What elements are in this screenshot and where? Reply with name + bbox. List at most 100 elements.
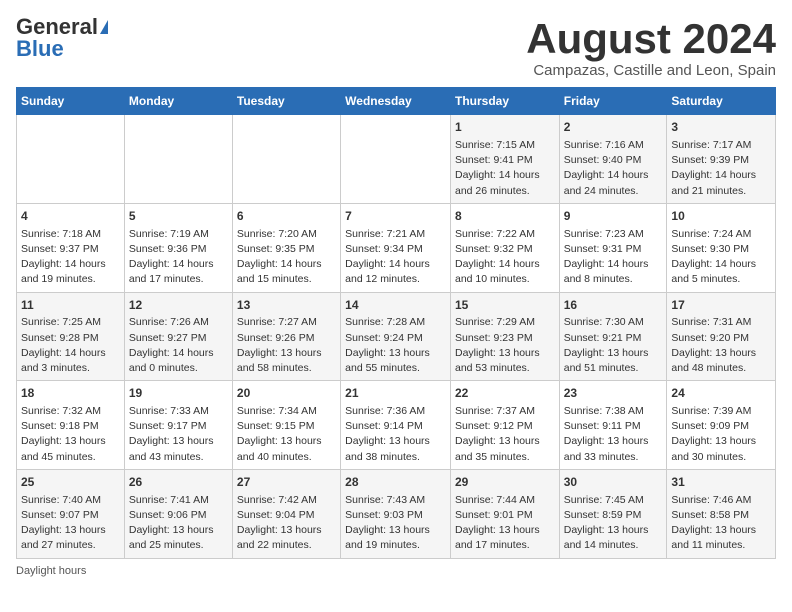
day-info: Sunrise: 7:19 AMSunset: 9:36 PMDaylight:…: [129, 227, 228, 288]
day-number: 4: [21, 208, 120, 225]
day-info: Sunrise: 7:17 AMSunset: 9:39 PMDaylight:…: [671, 138, 771, 199]
day-of-week-header: Saturday: [667, 88, 776, 115]
day-info: Sunrise: 7:31 AMSunset: 9:20 PMDaylight:…: [671, 315, 771, 376]
day-info: Sunrise: 7:43 AMSunset: 9:03 PMDaylight:…: [345, 493, 446, 554]
day-info: Sunrise: 7:46 AMSunset: 8:58 PMDaylight:…: [671, 493, 771, 554]
day-number: 14: [345, 297, 446, 314]
day-info: Sunrise: 7:15 AMSunset: 9:41 PMDaylight:…: [455, 138, 555, 199]
day-number: 24: [671, 385, 771, 402]
calendar-cell: [17, 115, 125, 204]
day-number: 26: [129, 474, 228, 491]
day-info: Sunrise: 7:16 AMSunset: 9:40 PMDaylight:…: [564, 138, 663, 199]
calendar-cell: 19 Sunrise: 7:33 AMSunset: 9:17 PMDayligh…: [124, 381, 232, 470]
calendar-cell: [341, 115, 451, 204]
calendar-cell: 4 Sunrise: 7:18 AMSunset: 9:37 PMDaylight…: [17, 203, 125, 292]
calendar-cell: 3 Sunrise: 7:17 AMSunset: 9:39 PMDaylight…: [667, 115, 776, 204]
calendar-cell: 7 Sunrise: 7:21 AMSunset: 9:34 PMDaylight…: [341, 203, 451, 292]
day-of-week-header: Friday: [559, 88, 667, 115]
day-number: 2: [564, 119, 663, 136]
day-number: 20: [237, 385, 336, 402]
day-number: 10: [671, 208, 771, 225]
day-number: 12: [129, 297, 228, 314]
calendar-cell: 30Sunrise: 7:45 AMSunset: 8:59 PMDayligh…: [559, 469, 667, 558]
calendar-cell: 17Sunrise: 7:31 AMSunset: 9:20 PMDayligh…: [667, 292, 776, 381]
month-title: August 2024: [526, 16, 776, 62]
calendar-cell: [232, 115, 340, 204]
logo-blue-text: Blue: [16, 38, 64, 60]
calendar-cell: [124, 115, 232, 204]
day-info: Sunrise: 7:42 AMSunset: 9:04 PMDaylight:…: [237, 493, 336, 554]
logo-general-text: General: [16, 16, 98, 38]
day-number: 17: [671, 297, 771, 314]
day-number: 5: [129, 208, 228, 225]
calendar-cell: 23 Sunrise: 7:38 AMSunset: 9:11 PMDayligh…: [559, 381, 667, 470]
day-of-week-header: Thursday: [450, 88, 559, 115]
day-info: Sunrise: 7:29 AMSunset: 9:23 PMDaylight:…: [455, 315, 555, 376]
calendar-cell: 29 Sunrise: 7:44 AMSunset: 9:01 PMDayligh…: [450, 469, 559, 558]
logo: General Blue: [16, 16, 108, 60]
day-info: Sunrise: 7:34 AMSunset: 9:15 PMDaylight:…: [237, 404, 336, 465]
day-number: 16: [564, 297, 663, 314]
day-of-week-header: Sunday: [17, 88, 125, 115]
calendar-table: SundayMondayTuesdayWednesdayThursdayFrid…: [16, 87, 776, 558]
day-number: 21: [345, 385, 446, 402]
calendar-cell: 20 Sunrise: 7:34 AMSunset: 9:15 PMDayligh…: [232, 381, 340, 470]
day-number: 3: [671, 119, 771, 136]
day-info: Sunrise: 7:38 AMSunset: 9:11 PMDaylight:…: [564, 404, 663, 465]
calendar-cell: 25 Sunrise: 7:40 AMSunset: 9:07 PMDayligh…: [17, 469, 125, 558]
location-title: Campazas, Castille and Leon, Spain: [526, 62, 776, 79]
day-info: Sunrise: 7:26 AMSunset: 9:27 PMDaylight:…: [129, 315, 228, 376]
day-info: Sunrise: 7:36 AMSunset: 9:14 PMDaylight:…: [345, 404, 446, 465]
day-number: 8: [455, 208, 555, 225]
calendar-cell: 8 Sunrise: 7:22 AMSunset: 9:32 PMDaylight…: [450, 203, 559, 292]
footer-note: Daylight hours: [16, 565, 776, 577]
day-number: 15: [455, 297, 555, 314]
day-number: 22: [455, 385, 555, 402]
calendar-cell: 2 Sunrise: 7:16 AMSunset: 9:40 PMDaylight…: [559, 115, 667, 204]
day-info: Sunrise: 7:27 AMSunset: 9:26 PMDaylight:…: [237, 315, 336, 376]
day-info: Sunrise: 7:30 AMSunset: 9:21 PMDaylight:…: [564, 315, 663, 376]
day-info: Sunrise: 7:18 AMSunset: 9:37 PMDaylight:…: [21, 227, 120, 288]
day-info: Sunrise: 7:39 AMSunset: 9:09 PMDaylight:…: [671, 404, 771, 465]
calendar-cell: 9 Sunrise: 7:23 AMSunset: 9:31 PMDaylight…: [559, 203, 667, 292]
day-info: Sunrise: 7:20 AMSunset: 9:35 PMDaylight:…: [237, 227, 336, 288]
day-info: Sunrise: 7:23 AMSunset: 9:31 PMDaylight:…: [564, 227, 663, 288]
calendar-cell: 18 Sunrise: 7:32 AMSunset: 9:18 PMDayligh…: [17, 381, 125, 470]
day-number: 6: [237, 208, 336, 225]
day-number: 19: [129, 385, 228, 402]
day-number: 23: [564, 385, 663, 402]
day-number: 9: [564, 208, 663, 225]
day-info: Sunrise: 7:24 AMSunset: 9:30 PMDaylight:…: [671, 227, 771, 288]
day-info: Sunrise: 7:32 AMSunset: 9:18 PMDaylight:…: [21, 404, 120, 465]
calendar-cell: 27Sunrise: 7:42 AMSunset: 9:04 PMDayligh…: [232, 469, 340, 558]
calendar-cell: 1Sunrise: 7:15 AMSunset: 9:41 PMDaylight…: [450, 115, 559, 204]
day-number: 28: [345, 474, 446, 491]
day-info: Sunrise: 7:21 AMSunset: 9:34 PMDaylight:…: [345, 227, 446, 288]
calendar-cell: 15Sunrise: 7:29 AMSunset: 9:23 PMDayligh…: [450, 292, 559, 381]
day-info: Sunrise: 7:28 AMSunset: 9:24 PMDaylight:…: [345, 315, 446, 376]
calendar-cell: 28 Sunrise: 7:43 AMSunset: 9:03 PMDayligh…: [341, 469, 451, 558]
calendar-cell: 14Sunrise: 7:28 AMSunset: 9:24 PMDayligh…: [341, 292, 451, 381]
day-of-week-header: Monday: [124, 88, 232, 115]
day-number: 18: [21, 385, 120, 402]
day-info: Sunrise: 7:33 AMSunset: 9:17 PMDaylight:…: [129, 404, 228, 465]
calendar-cell: 16Sunrise: 7:30 AMSunset: 9:21 PMDayligh…: [559, 292, 667, 381]
calendar-cell: 5 Sunrise: 7:19 AMSunset: 9:36 PMDaylight…: [124, 203, 232, 292]
day-number: 31: [671, 474, 771, 491]
day-number: 30: [564, 474, 663, 491]
day-number: 7: [345, 208, 446, 225]
day-info: Sunrise: 7:41 AMSunset: 9:06 PMDaylight:…: [129, 493, 228, 554]
calendar-cell: 26 Sunrise: 7:41 AMSunset: 9:06 PMDayligh…: [124, 469, 232, 558]
calendar-cell: 6 Sunrise: 7:20 AMSunset: 9:35 PMDaylight…: [232, 203, 340, 292]
day-number: 25: [21, 474, 120, 491]
calendar-cell: 12Sunrise: 7:26 AMSunset: 9:27 PMDayligh…: [124, 292, 232, 381]
day-info: Sunrise: 7:22 AMSunset: 9:32 PMDaylight:…: [455, 227, 555, 288]
calendar-cell: 10 Sunrise: 7:24 AMSunset: 9:30 PMDayligh…: [667, 203, 776, 292]
day-number: 29: [455, 474, 555, 491]
day-info: Sunrise: 7:44 AMSunset: 9:01 PMDaylight:…: [455, 493, 555, 554]
calendar-cell: 31 Sunrise: 7:46 AMSunset: 8:58 PMDayligh…: [667, 469, 776, 558]
day-info: Sunrise: 7:37 AMSunset: 9:12 PMDaylight:…: [455, 404, 555, 465]
day-info: Sunrise: 7:40 AMSunset: 9:07 PMDaylight:…: [21, 493, 120, 554]
day-of-week-header: Tuesday: [232, 88, 340, 115]
day-number: 11: [21, 297, 120, 314]
